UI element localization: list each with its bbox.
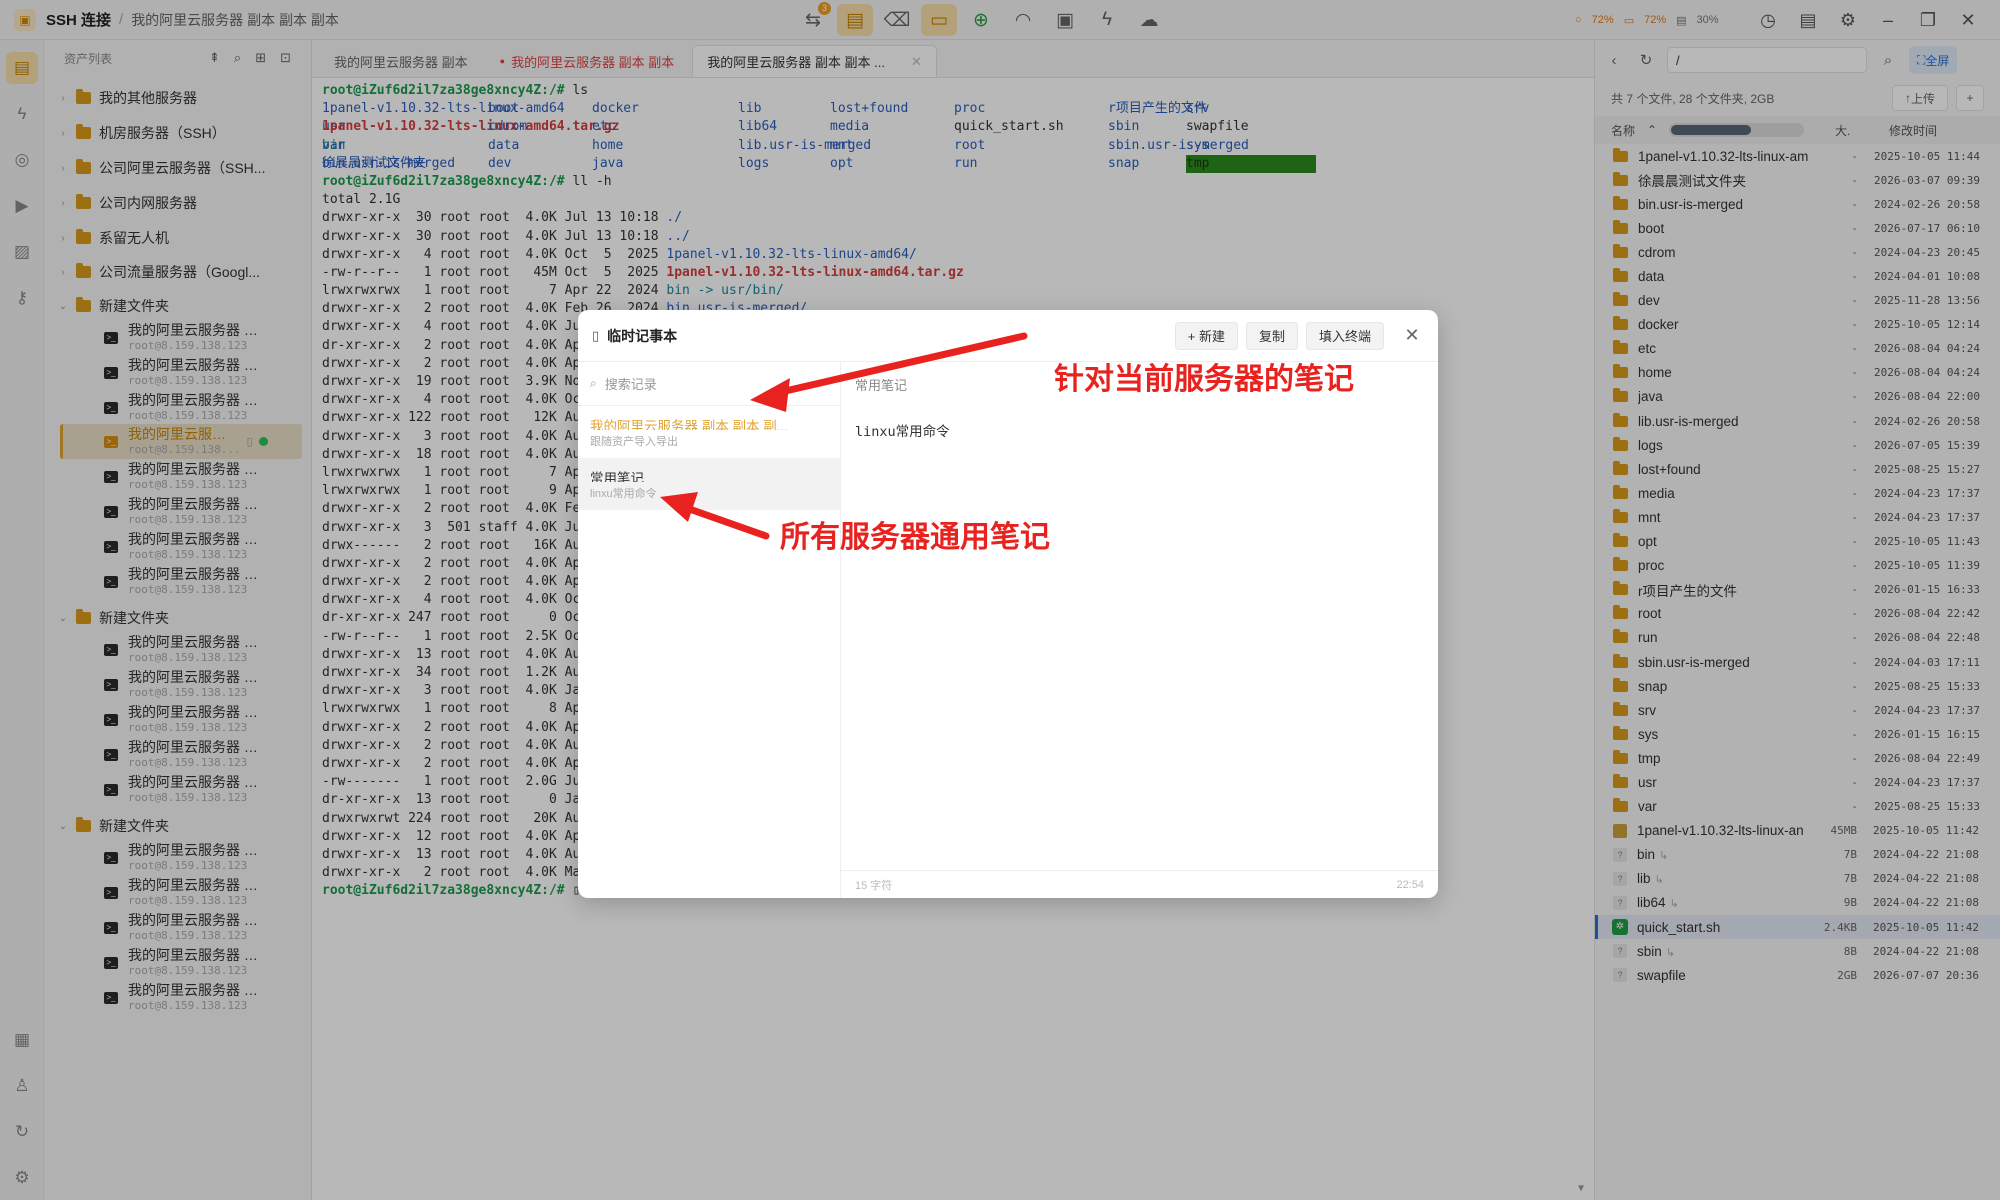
save-time: 22:54: [1396, 878, 1424, 891]
char-count: 15 字符: [855, 879, 893, 892]
new-note-button[interactable]: + 新建: [1174, 321, 1238, 350]
button-label: 填入终端: [1318, 329, 1371, 344]
notepad-dialog: ▯ 临时记事本 + 新建 复制 填入终端 ✕ ⌕ 搜索记录 我的阿里云服务器 副本…: [578, 310, 1438, 898]
note-title: 我的阿里云服务器 副本 副本 副...: [590, 419, 789, 430]
note-list-panel: ⌕ 搜索记录 我的阿里云服务器 副本 副本 副... 跟随资产导入导出 常用笔记 …: [578, 362, 841, 898]
fill-terminal-button[interactable]: 填入终端: [1305, 321, 1384, 350]
note-subtitle: 跟随资产导入导出: [590, 436, 678, 448]
annotation-server-note: 针对当前服务器的笔记: [1054, 362, 1354, 397]
button-label: 复制: [1258, 329, 1285, 344]
note-body-editor[interactable]: linxu常用命令: [841, 406, 1438, 454]
editor-footer: 15 字符 22:54: [841, 870, 1438, 898]
note-title: 常用笔记: [590, 471, 644, 482]
notepad-icon: ▯: [592, 327, 600, 343]
copy-button[interactable]: 复制: [1245, 321, 1298, 350]
note-item-server[interactable]: 我的阿里云服务器 副本 副本 副... 跟随资产导入导出: [578, 406, 840, 458]
close-icon[interactable]: ✕: [1400, 325, 1424, 346]
button-label: + 新建: [1187, 329, 1225, 344]
search-placeholder: 搜索记录: [604, 377, 657, 392]
dialog-title: 临时记事本: [607, 327, 678, 344]
search-icon: ⌕: [590, 376, 597, 390]
note-item-general[interactable]: 常用笔记 linxu常用命令: [578, 458, 840, 510]
annotation-general-note: 所有服务器通用笔记: [780, 520, 1050, 555]
note-subtitle: linxu常用命令: [590, 488, 657, 500]
note-editor: 常用笔记 linxu常用命令 15 字符 22:54: [841, 362, 1438, 898]
note-search-input[interactable]: ⌕ 搜索记录: [578, 362, 840, 406]
